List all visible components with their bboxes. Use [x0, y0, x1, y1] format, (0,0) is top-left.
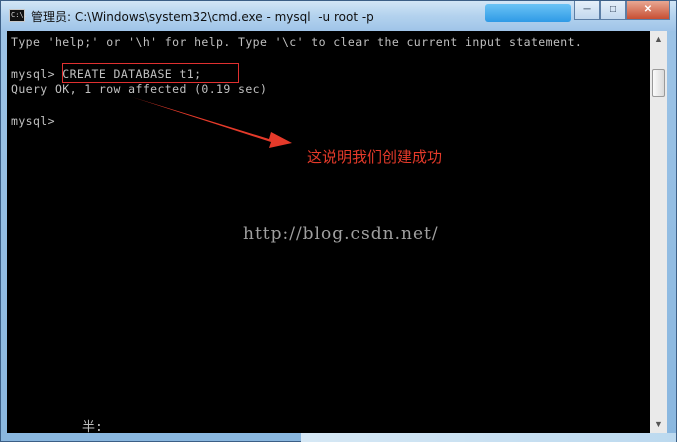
vertical-scrollbar[interactable]: ▲ ▼ — [650, 31, 667, 433]
scroll-thumb[interactable] — [652, 69, 665, 97]
console-output[interactable]: Type 'help;' or '\h' for help. Type '\c'… — [7, 31, 650, 433]
scroll-down-icon[interactable]: ▼ — [650, 416, 667, 433]
caption-buttons: ─ □ ✕ — [574, 1, 670, 21]
maximize-button[interactable]: □ — [600, 1, 626, 20]
ime-status: 半: — [82, 420, 103, 433]
annotation-text: 这说明我们创建成功 — [307, 148, 443, 166]
scroll-up-icon[interactable]: ▲ — [650, 31, 667, 48]
minimize-button[interactable]: ─ — [574, 1, 600, 20]
cmd-app-icon[interactable]: C:\. — [9, 9, 28, 22]
title-bar-ad[interactable] — [485, 4, 571, 22]
window-title: 管理员: C:\Windows\system32\cmd.exe - mysql… — [31, 10, 374, 24]
background-strip — [301, 433, 676, 442]
watermark: http://blog.csdn.net/ — [243, 224, 439, 244]
cmd-window: C:\. 管理员: C:\Windows\system32\cmd.exe - … — [0, 0, 677, 442]
close-button[interactable]: ✕ — [626, 1, 670, 20]
title-bar[interactable]: C:\. 管理员: C:\Windows\system32\cmd.exe - … — [1, 1, 676, 31]
